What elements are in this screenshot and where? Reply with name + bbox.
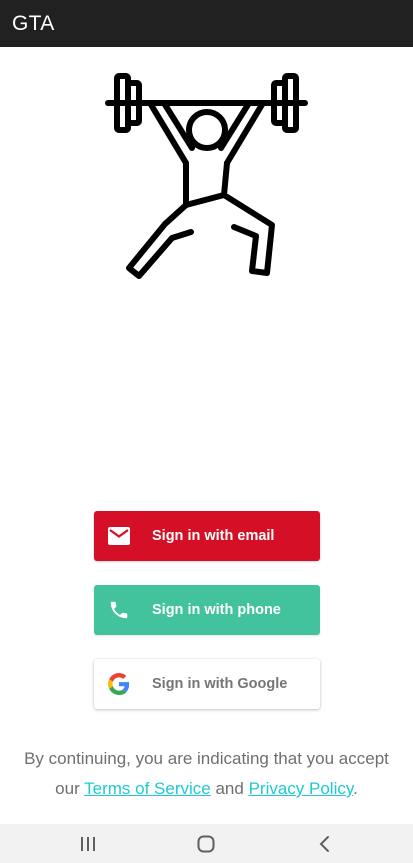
back-icon[interactable] [294,824,354,863]
privacy-policy-link[interactable]: Privacy Policy [249,779,354,798]
sign-in-email-label: Sign in with email [152,528,275,544]
home-icon[interactable] [176,824,236,863]
legal-conjunction: and [210,779,249,798]
legal-notice: By continuing, you are indicating that y… [0,744,413,804]
sign-in-email-button[interactable]: Sign in with email [94,511,320,561]
sign-in-google-label: Sign in with Google [152,676,288,692]
recents-icon[interactable] [58,824,118,863]
sign-in-phone-button[interactable]: Sign in with phone [94,585,320,635]
legal-suffix: . [353,779,358,798]
legal-line-2: our Terms of Service and Privacy Policy. [0,774,413,804]
terms-of-service-link[interactable]: Terms of Service [84,779,211,798]
app-bar: GTA [0,0,413,47]
sign-in-phone-label: Sign in with phone [152,602,281,618]
app-title: GTA [12,11,55,35]
legal-line-1: By continuing, you are indicating that y… [24,749,389,768]
weightlifter-icon [105,73,308,279]
legal-prefix: our [55,779,85,798]
sign-in-google-button[interactable]: Sign in with Google [94,659,320,709]
google-logo-icon [107,672,131,696]
phone-icon [107,598,131,622]
email-icon [107,524,131,548]
system-navigation-bar [0,824,413,863]
